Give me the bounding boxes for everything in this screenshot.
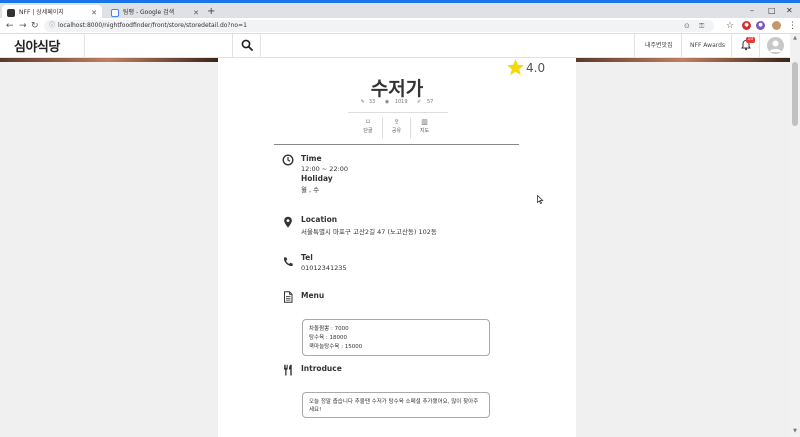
divider	[232, 34, 233, 58]
minimize-icon[interactable]: –	[750, 4, 754, 18]
location-pin-icon[interactable]: ⊙	[684, 20, 690, 32]
menu-item: 탕수육 : 18000	[309, 335, 348, 341]
tel-title: Tel	[301, 253, 313, 262]
menu-box: 차돌짬뽕 : 7000 탕수육 : 18000 쿡마늘탕수육 : 15000	[302, 319, 490, 356]
notification-badge: 10	[746, 37, 755, 43]
review-count-value: 33	[368, 99, 376, 105]
logo-text: 심야식당	[14, 40, 60, 55]
menu-section: Menu	[282, 291, 522, 305]
url-text: localhost:8000/nightfoodfinder/front/sto…	[58, 22, 247, 29]
search-icon[interactable]	[241, 39, 253, 51]
scroll-down-icon[interactable]: ▼	[790, 428, 800, 434]
hero-image-right	[576, 58, 790, 62]
eye-icon: ◉	[384, 99, 390, 105]
view-count-value: 1019	[394, 99, 408, 105]
store-detail-panel: 4.0 수저가 ✎ 33 ◉ 1019 ✐ 57 ⌑ 단골 ⇪ 공유 ▥ 지도 T…	[218, 58, 576, 437]
store-name: 수저가	[370, 78, 424, 100]
user-icon	[769, 40, 782, 52]
rating-value: 4.0	[526, 61, 546, 75]
review-icon: ✎	[360, 99, 365, 105]
pencil-icon: ✐	[417, 99, 422, 105]
hero-image-left	[0, 58, 218, 62]
introduce-section: Introduce	[282, 364, 522, 378]
address-bar[interactable]: ⓘ localhost:8000/nightfoodfinder/front/s…	[44, 20, 714, 32]
browser-toolbar: ← → ↻ ⓘ localhost:8000/nightfoodfinder/f…	[0, 18, 800, 34]
time-section: Time 12:00 ~ 22:00 Holiday 월 , 수	[282, 154, 522, 194]
divider	[274, 144, 519, 145]
menu-title: Menu	[301, 291, 325, 300]
phone-icon	[283, 257, 293, 267]
divider	[731, 34, 732, 58]
google-favicon-icon	[111, 9, 119, 17]
holiday-title: Holiday	[301, 174, 333, 183]
share-label: 공유	[391, 128, 402, 134]
introduce-title: Introduce	[301, 364, 342, 373]
location-title: Location	[301, 215, 338, 224]
store-address: 서울특별시 마포구 고산2길 47 (노고산동) 102동	[301, 228, 437, 236]
phone-number: 01012341235	[301, 264, 347, 272]
extension-icon[interactable]: ●	[756, 21, 765, 30]
document-icon	[284, 291, 293, 303]
maximize-icon[interactable]: □	[768, 4, 776, 18]
introduce-text: 오늘 정말 춥습니다 추울땐 수저가 탕수육 소페셜 추가됐어요, 많이 찾아주…	[309, 399, 479, 413]
reload-icon[interactable]: ↻	[31, 19, 39, 33]
bookmark-icon: ⌑	[366, 118, 370, 126]
business-hours: 12:00 ~ 22:00	[301, 165, 349, 173]
key-icon[interactable]: ⚿	[699, 20, 704, 32]
new-tab-icon[interactable]: +	[207, 5, 215, 19]
time-title: Time	[301, 154, 322, 163]
nav-nearby-restaurants[interactable]: 내주변맛집	[645, 34, 673, 58]
mouse-cursor-icon	[537, 195, 544, 204]
scroll-up-icon[interactable]: ▲	[790, 35, 800, 41]
like-count-value: 57	[426, 99, 434, 105]
site-favicon-icon	[7, 9, 15, 17]
profile-avatar-icon[interactable]	[772, 21, 781, 30]
tab-title: NFF | 상세페이지	[19, 9, 64, 16]
site-header: 심야식당 내주변맛집 NFF Awards 10	[0, 34, 790, 58]
like-count: ✐ 57	[415, 99, 435, 105]
user-avatar[interactable]	[767, 37, 784, 54]
map-button[interactable]: ▥ 지도	[410, 118, 438, 138]
divider	[681, 34, 682, 58]
extension-icon[interactable]: ●	[742, 21, 751, 30]
clock-icon	[282, 154, 294, 166]
share-icon: ⇪	[393, 118, 400, 126]
favorite-label: 단골	[363, 128, 373, 134]
introduce-box: 오늘 정말 춥습니다 추울땐 수저가 탕수육 소페셜 추가됐어요, 많이 찾아주…	[302, 392, 490, 418]
store-actions: ⌑ 단골 ⇪ 공유 ▥ 지도	[354, 118, 438, 138]
page-scrollbar[interactable]: ▲ ▼	[790, 34, 800, 437]
utensils-icon	[284, 364, 292, 376]
favorite-button[interactable]: ⌑ 단골	[354, 118, 382, 138]
store-stats: ✎ 33 ◉ 1019 ✐ 57	[218, 99, 576, 105]
divider	[84, 34, 85, 58]
window-close-icon[interactable]: ✕	[786, 4, 793, 18]
divider	[260, 34, 261, 58]
bookmark-star-icon[interactable]: ☆	[726, 19, 734, 33]
map-icon: ▥	[421, 118, 428, 126]
scroll-thumb[interactable]	[792, 62, 798, 126]
view-count: ◉ 1019	[383, 99, 410, 105]
map-pin-icon	[284, 216, 292, 228]
divider	[634, 34, 635, 58]
location-section: Location 서울특별시 마포구 고산2길 47 (노고산동) 102동	[282, 215, 522, 236]
info-icon: ⓘ	[49, 22, 56, 29]
holiday-days: 월 , 수	[301, 186, 320, 194]
tel-section: Tel 01012341235	[282, 253, 522, 273]
menu-item: 쿡마늘탕수육 : 15000	[309, 344, 363, 350]
map-label: 지도	[419, 128, 430, 134]
back-icon[interactable]: ←	[6, 19, 14, 33]
browser-tabstrip: NFF | 상세페이지 ✕ 팀팽 - Google 검색 ✕ + – □ ✕	[0, 0, 800, 21]
forward-icon[interactable]: →	[19, 19, 27, 33]
nav-nff-awards[interactable]: NFF Awards	[690, 34, 725, 58]
divider	[759, 34, 760, 58]
review-count: ✎ 33	[359, 99, 378, 105]
site-logo[interactable]: 심야식당	[14, 36, 60, 55]
share-button[interactable]: ⇪ 공유	[382, 118, 410, 138]
divider	[348, 112, 448, 113]
browser-menu-icon[interactable]: ⋮	[788, 19, 797, 33]
tab-title: 팀팽 - Google 검색	[123, 9, 175, 16]
menu-item: 차돌짬뽕 : 7000	[309, 326, 349, 332]
